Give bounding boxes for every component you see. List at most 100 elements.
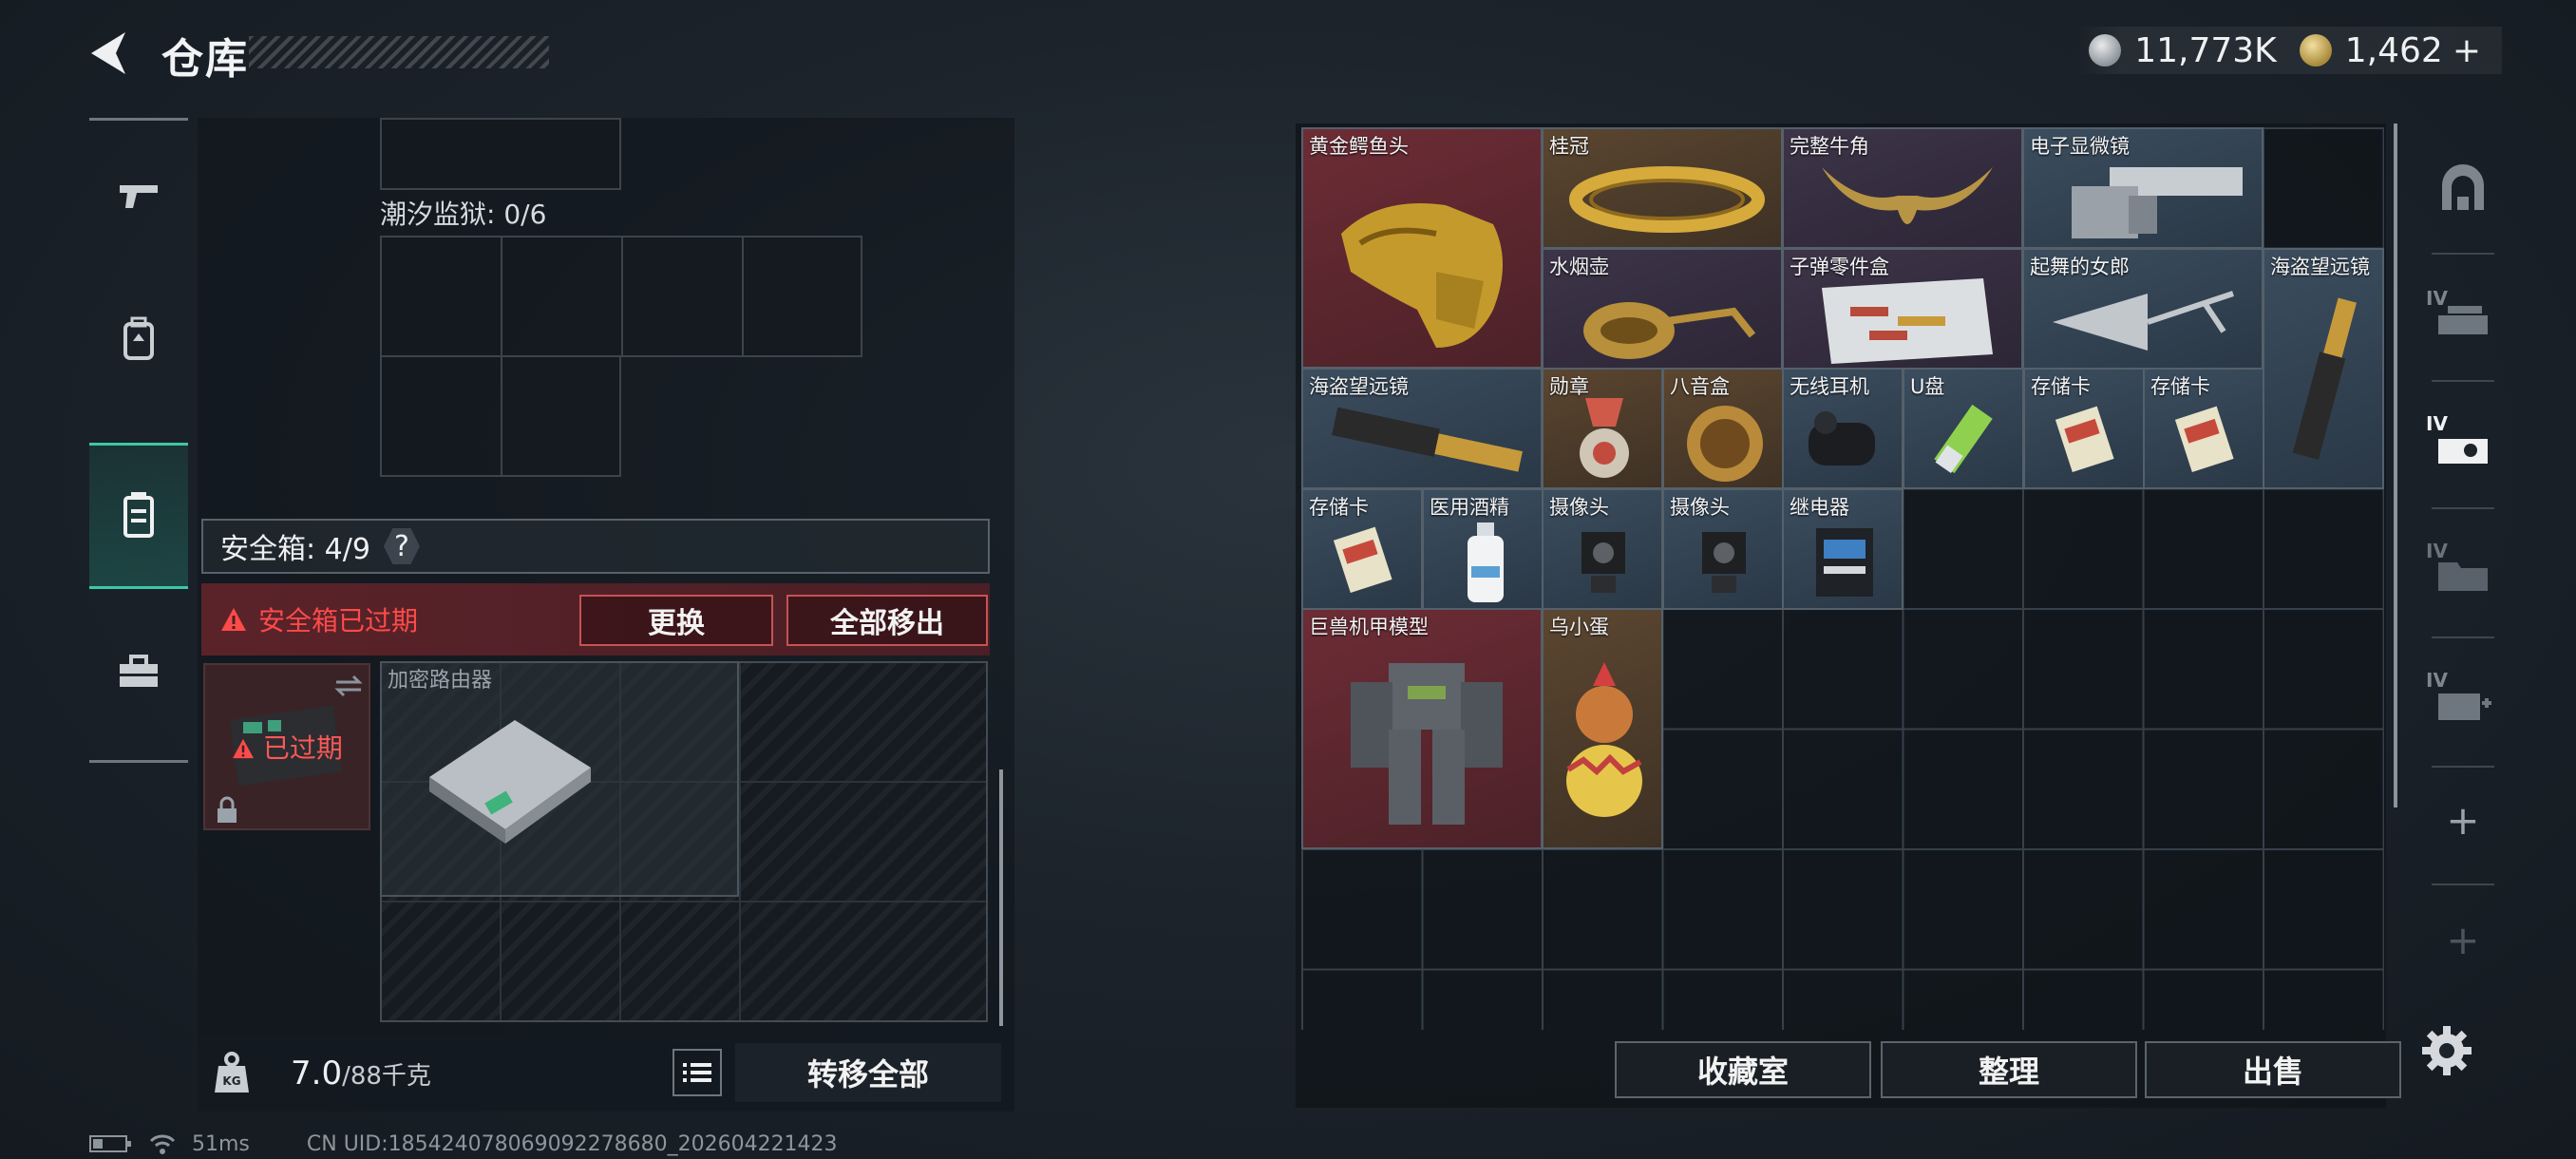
inventory-item-memory-card[interactable]: 存储卡 [2023,368,2145,489]
tab-storage[interactable] [2403,125,2523,253]
memory-card-image [2174,406,2234,473]
memory-card-image [1333,526,1392,594]
safebox-icon [123,492,154,538]
horn-image [1822,167,1993,224]
alcohol-bottle-image [1468,522,1504,602]
uid-text: CN UID:185424078069092278680_20260422142… [306,1131,838,1156]
add-tab-button[interactable]: + [2403,768,2523,872]
inventory-item-pirate-telescope-vertical[interactable]: 海盗望远镜 [2263,248,2384,489]
inventory-item-relay[interactable]: 继电器 [1782,488,1904,610]
prison-container-label: 潮汐监狱: 0/6 [380,199,547,230]
item-label: U盘 [1910,375,1945,398]
tab-storage-3[interactable]: IV [2403,509,2523,636]
nav-toolbox[interactable] [89,600,188,743]
inventory-item-memory-card[interactable]: 存储卡 [2143,368,2264,489]
item-label: 黄金鳄鱼头 [1309,135,1409,158]
inventory-item-camera[interactable]: 摄像头 [1542,488,1663,610]
tab-storage-2[interactable]: IV [2403,382,2523,509]
usb-drive-image [1934,404,1993,474]
inventory-item-hookah[interactable]: 水烟壶 [1542,248,1783,370]
mech-model-image [1351,663,1503,825]
inventory-item-encrypted-router[interactable] [380,661,739,897]
weight-icon: KG [215,1052,249,1092]
item-label: 勋章 [1549,375,1589,398]
nav-safebox[interactable] [89,443,188,589]
sell-button[interactable]: 出售 [2145,1041,2401,1098]
replace-button[interactable]: 更换 [579,595,773,646]
tab-storage-4[interactable]: IV [2403,638,2523,766]
tab-storage-1[interactable]: IV [2403,255,2523,382]
nav-weapon[interactable] [89,125,188,268]
inventory-item-dancing-lady[interactable]: 起舞的女郎 [2022,248,2263,370]
music-box-image [1687,406,1763,482]
inventory-item-music-box[interactable]: 八音盒 [1662,368,1784,489]
crocodile-head-image [1341,203,1503,348]
item-label: 摄像头 [1670,496,1730,519]
inventory-item-usb-drive[interactable]: U盘 [1903,368,2024,489]
move-all-out-button[interactable]: 全部移出 [786,595,988,646]
item-label: 存储卡 [2150,375,2210,398]
right-tab-bar: IV IV IV IV + + [2403,118,2523,1030]
expired-warning-bar: 安全箱已过期 更换 全部移出 [201,583,990,656]
item-label: 巨兽机甲模型 [1309,616,1429,638]
inventory-item-wireless-earbuds[interactable]: 无线耳机 [1782,368,1904,489]
collection-room-button[interactable]: 收藏室 [1615,1041,1871,1098]
back-button[interactable] [84,27,137,80]
microscope-image [2072,167,2243,238]
safebox-header: 安全箱: 4/9 ? [201,519,990,574]
inventory-scrollbar[interactable] [2394,124,2397,808]
swap-icon[interactable] [332,673,365,699]
item-label: 桂冠 [1549,135,1589,158]
tab-level-label: IV [2426,669,2448,692]
silver-currency-value: 11,773K [2134,30,2277,70]
item-label: 完整牛角 [1790,135,1869,158]
add-currency-button[interactable]: + [2453,31,2481,70]
lock-icon [218,796,237,823]
inventory-item-laurel-crown[interactable]: 桂冠 [1542,127,1783,249]
tab-level-label: IV [2426,540,2448,562]
inventory-item-behemoth-mech-model[interactable]: 巨兽机甲模型 [1301,608,1543,849]
inventory-item-memory-card[interactable]: 存储卡 [1301,488,1423,610]
nav-armor[interactable] [89,268,188,410]
inventory-item-golden-crocodile-head[interactable]: 黄金鳄鱼头 [1301,127,1543,369]
inventory-item-camera[interactable]: 摄像头 [1662,488,1784,610]
crow-egg-image [1566,662,1642,817]
add-tab-button-disabled[interactable]: + [2403,897,2523,982]
backpack-icon [123,316,154,360]
expired-warning-text: 安全箱已过期 [258,605,419,636]
help-icon[interactable]: ? [383,528,420,564]
item-label: 海盗望远镜 [1309,375,1409,398]
item-label: 八音盒 [1670,375,1730,398]
currency-display: 11,773K 1,462 + [2077,27,2502,74]
container-grid-top [380,118,621,190]
settings-button[interactable] [2418,1022,2475,1079]
item-label: 海盗望远镜 [2270,256,2370,278]
wifi-icon [149,1134,176,1154]
item-label: 电子显微镜 [2030,135,2130,158]
inventory-item-electron-microscope[interactable]: 电子显微镜 [2022,127,2263,249]
container-scrollbar[interactable] [999,770,1003,1026]
memory-card-image [2055,406,2114,473]
dancing-lady-image [2053,291,2234,351]
sort-button[interactable]: 整理 [1881,1041,2137,1098]
inventory-item-crow-egg[interactable]: 乌小蛋 [1542,608,1663,849]
inventory-item-pirate-telescope[interactable]: 海盗望远镜 [1301,368,1543,489]
laurel-crown-image [1569,166,1765,233]
status-bar: 51ms CN UID:185424078069092278680_202604… [89,1130,838,1157]
inventory-item-medical-alcohol[interactable]: 医用酒精 [1422,488,1544,610]
inventory-item-intact-horn[interactable]: 完整牛角 [1782,127,2023,249]
back-arrow-icon [91,32,125,74]
item-label: 存储卡 [2031,375,2091,398]
gun-icon [120,185,158,208]
inventory-item-medal[interactable]: 勋章 [1542,368,1663,489]
hookah-image [1583,302,1756,359]
safebox-capacity-label: 安全箱: 4/9 [220,533,370,566]
grid-divider [501,238,502,475]
grid-divider [739,663,741,1020]
transfer-all-button[interactable]: 转移全部 [735,1043,1001,1102]
inventory-item-bullet-parts-box[interactable]: 子弹零件盒 [1782,248,2023,370]
item-label: 摄像头 [1549,496,1609,519]
item-label: 乌小蛋 [1549,616,1609,638]
weight-capacity: /88千克 [342,1062,431,1091]
list-view-button[interactable] [672,1049,722,1096]
